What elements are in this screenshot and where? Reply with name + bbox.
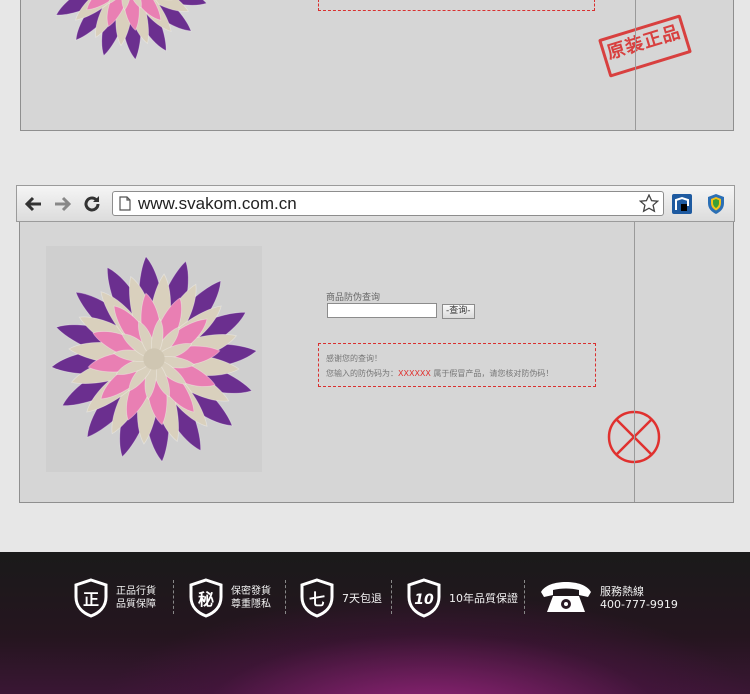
result-box-top <box>318 0 595 11</box>
footer-divider <box>173 580 174 614</box>
url-text[interactable]: www.svakom.com.cn <box>138 194 297 214</box>
browser-window-top: 原装正品 <box>20 0 734 131</box>
extension-icon-blue[interactable] <box>672 194 692 214</box>
svg-text:10: 10 <box>414 592 434 608</box>
privacy-badge-icon: 秘 <box>187 578 225 618</box>
footer-item-line2: 品質保障 <box>116 599 156 610</box>
svg-text:七: 七 <box>309 590 325 609</box>
hotline-number: 400-777-9919 <box>600 598 678 611</box>
browser-toolbar: www.svakom.com.cn <box>16 185 735 222</box>
forward-arrow-icon <box>55 196 72 212</box>
reload-button[interactable] <box>81 192 103 216</box>
query-label: 商品防伪查询 <box>326 293 381 303</box>
bookmark-star-icon[interactable] <box>639 194 659 213</box>
genuine-badge-icon: 正 <box>72 578 110 618</box>
result-message: 您输入的防伪码为：XXXXXX 属于假冒产品，请您核对防伪码！ <box>326 369 554 378</box>
footer-divider <box>391 580 392 614</box>
back-arrow-icon <box>24 196 41 212</box>
footer-item-line1: 正品行貨 <box>116 586 156 597</box>
sidebar-divider <box>634 222 635 502</box>
footer-item-line1: 7天包退 <box>342 591 382 605</box>
ten-year-badge-icon: 10 <box>405 578 443 618</box>
query-button[interactable]: -查询- <box>442 304 475 319</box>
hotline-label: 服務熱線 <box>600 585 644 598</box>
anti-counterfeit-code-input[interactable] <box>327 303 437 318</box>
svg-text:秘: 秘 <box>198 590 214 609</box>
svg-text:正: 正 <box>83 590 99 609</box>
result-box: 感谢您的查询！ 您输入的防伪码为：XXXXXX 属于假冒产品，请您核对防伪码！ <box>318 343 596 387</box>
footer-item-line2: 尊重隱私 <box>231 599 271 610</box>
result-code: XXXXXX <box>398 369 431 378</box>
address-bar[interactable]: www.svakom.com.cn <box>112 191 664 216</box>
page-icon <box>119 196 131 211</box>
seven-day-badge-icon: 七 <box>298 578 336 618</box>
browser-window-main: 商品防伪查询 -查询- 感谢您的查询！ 您输入的防伪码为：XXXXXX 属于假冒… <box>19 222 734 503</box>
footer-item-line1: 保密發貨 <box>231 586 271 597</box>
product-image-top <box>55 0 208 61</box>
sidebar-divider <box>635 0 636 130</box>
footer-item-return: 七 7天包退 <box>298 578 382 618</box>
reload-icon <box>84 196 100 212</box>
footer-item-hotline: 服務熱線 400-777-9919 <box>538 578 678 618</box>
footer-item-line1: 10年品質保證 <box>449 591 518 605</box>
shield-extension-icon[interactable] <box>706 193 726 215</box>
footer-divider <box>524 580 525 614</box>
forward-button[interactable] <box>52 192 74 216</box>
footer-divider <box>285 580 286 614</box>
service-footer: 正 正品行貨 品質保障 秘 保密發貨 尊重隱私 七 7天包退 10 10年品質保證 … <box>0 552 750 694</box>
product-image <box>46 246 262 472</box>
genuine-stamp: 原装正品 <box>598 14 692 78</box>
footer-item-genuine: 正 正品行貨品質保障 <box>72 578 156 618</box>
result-thanks-text: 感谢您的查询！ <box>326 354 382 363</box>
telephone-icon <box>538 578 594 618</box>
footer-item-privacy: 秘 保密發貨尊重隱私 <box>187 578 271 618</box>
back-button[interactable] <box>22 192 44 216</box>
footer-item-warranty: 10 10年品質保證 <box>405 578 518 618</box>
